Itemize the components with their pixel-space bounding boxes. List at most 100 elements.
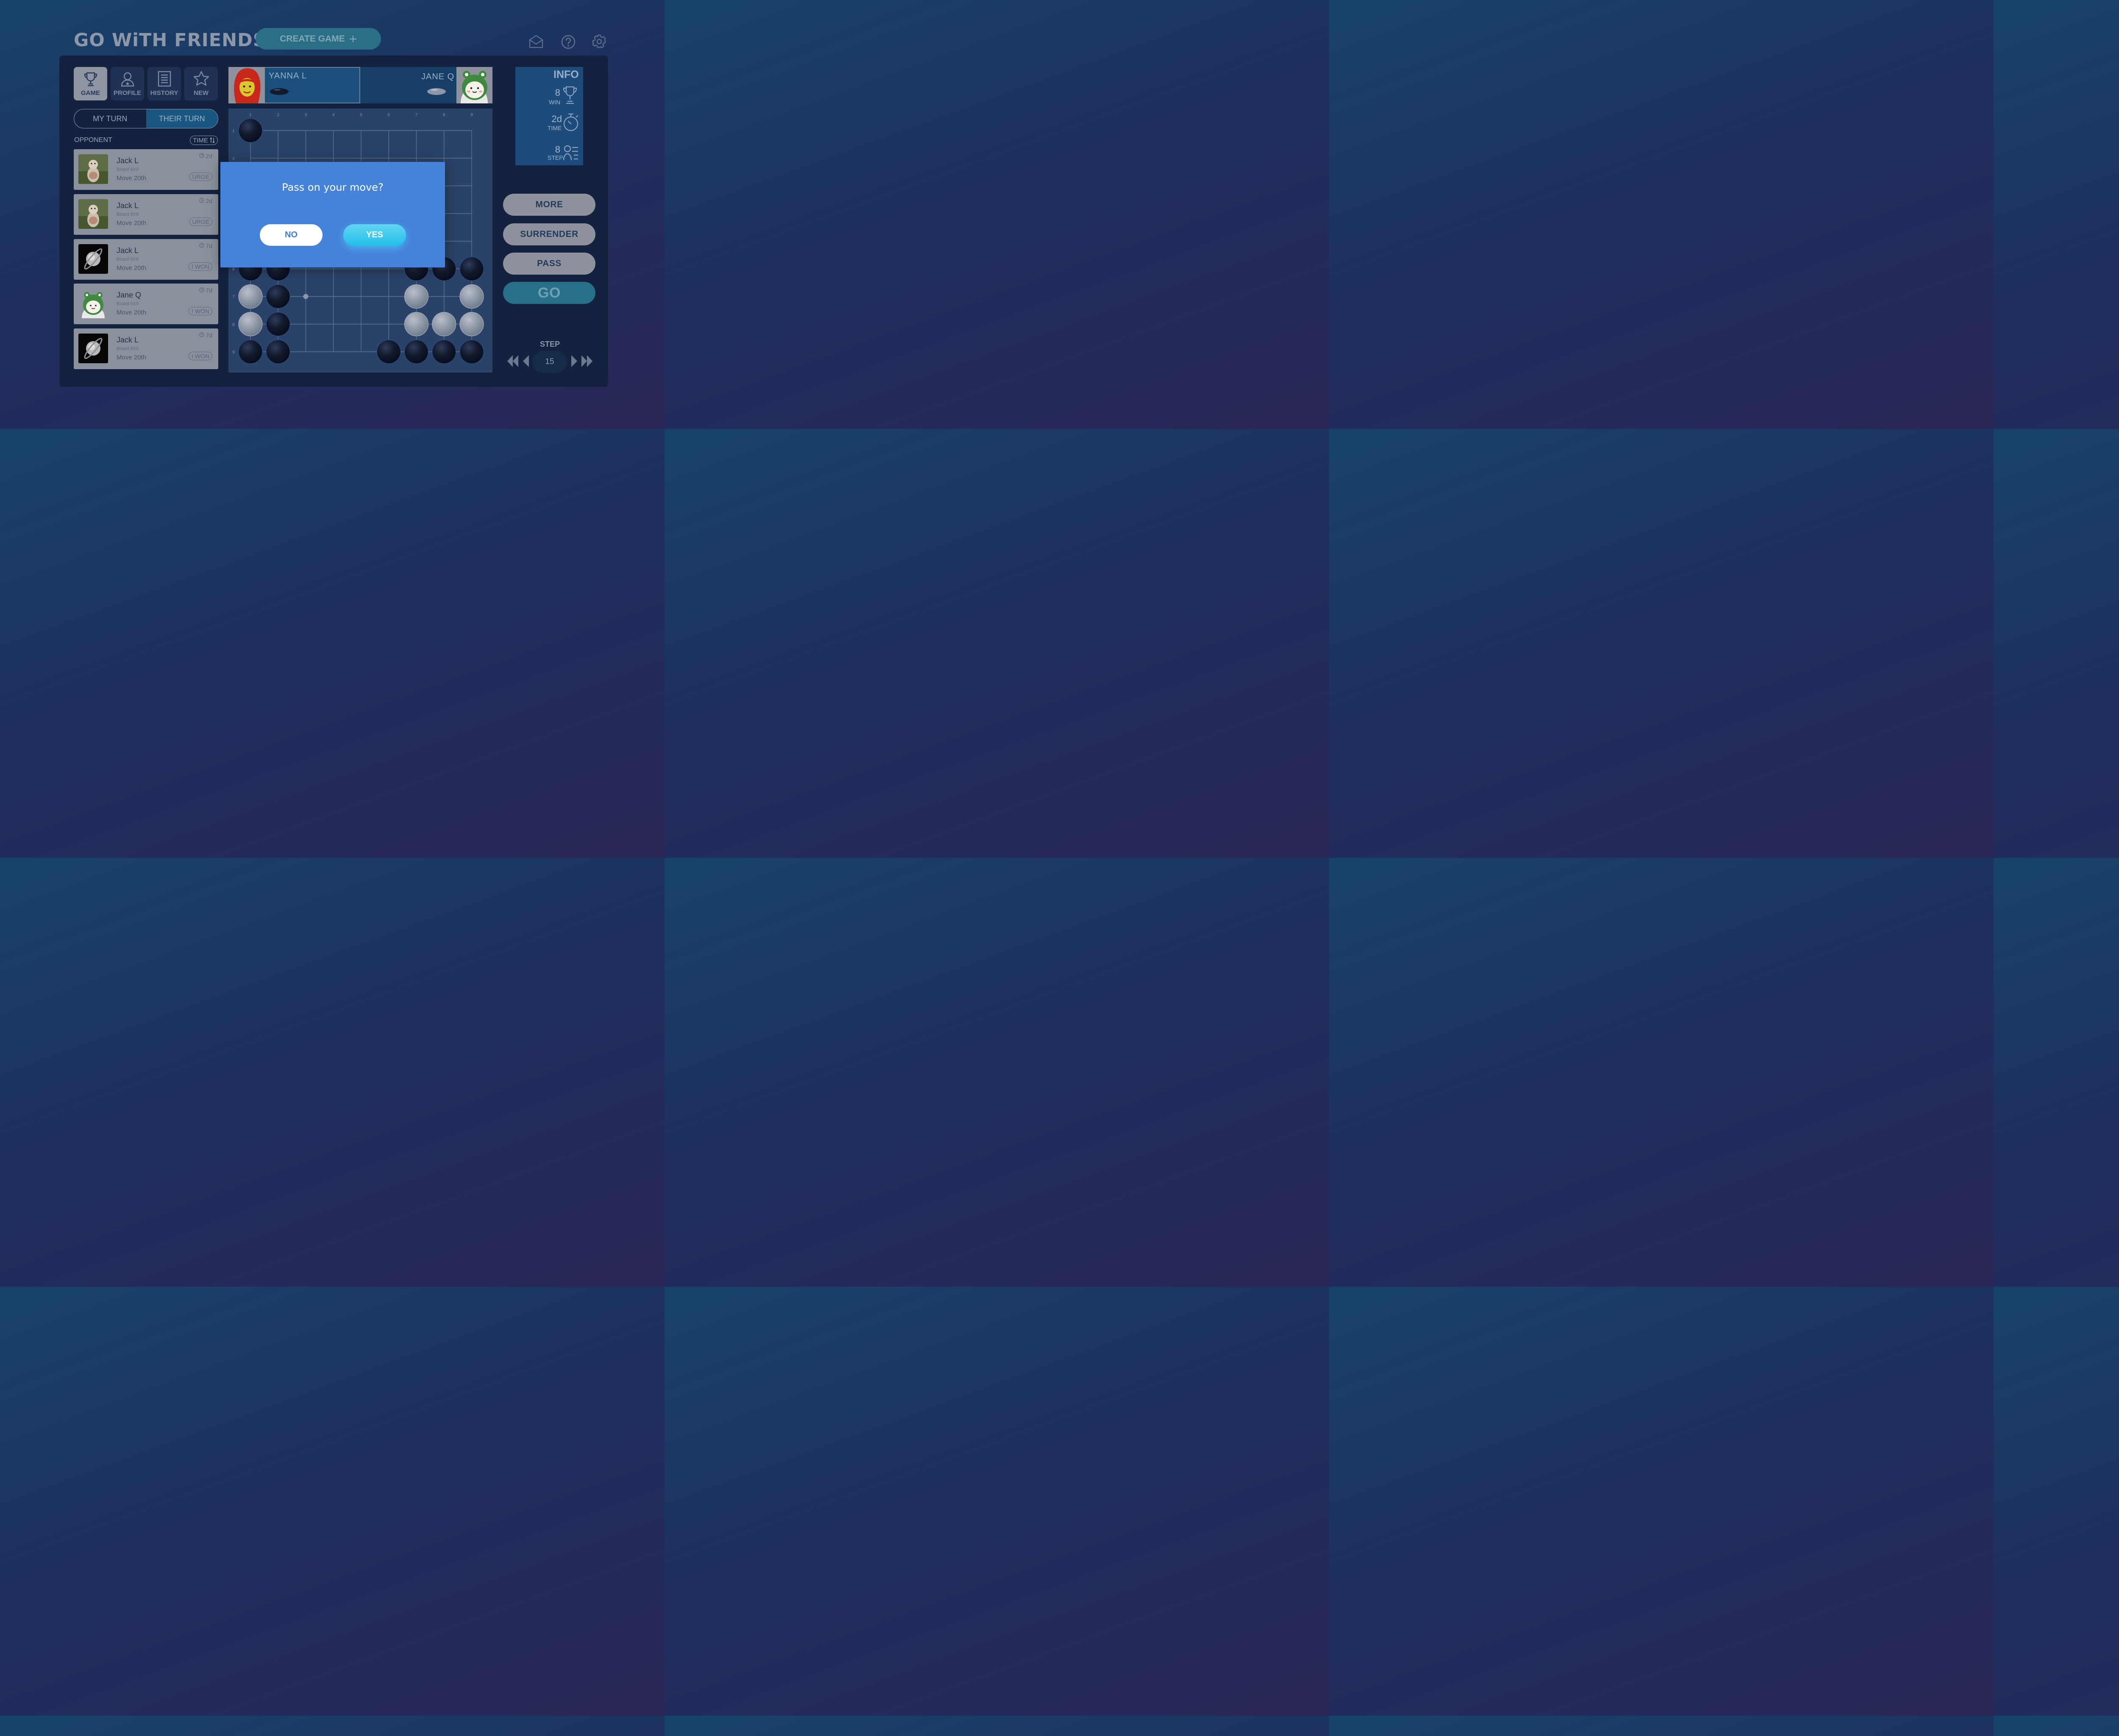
next-step-icon[interactable] bbox=[570, 354, 578, 368]
tab-game-label: GAME bbox=[81, 89, 100, 97]
white-stone bbox=[404, 312, 429, 337]
player-left-avatar bbox=[228, 67, 265, 103]
player-left-name: YANNA L bbox=[269, 71, 307, 81]
previous-step-icon[interactable] bbox=[522, 354, 530, 368]
move-number: Move 20th bbox=[117, 309, 147, 316]
plus-icon bbox=[349, 35, 356, 42]
step-count: 8 bbox=[555, 144, 560, 155]
black-stone bbox=[238, 118, 263, 143]
info-title: INFO bbox=[553, 69, 579, 81]
last-move-marker bbox=[303, 294, 309, 299]
my-turn-tab[interactable]: MY TURN bbox=[74, 109, 146, 128]
app-title: GO WiTH FRIENDS bbox=[74, 30, 267, 51]
sort-icon bbox=[210, 137, 215, 143]
status-badge: I WON bbox=[189, 307, 212, 315]
status-badge: I WON bbox=[189, 352, 212, 360]
time-elapsed-value: 7d bbox=[206, 287, 212, 294]
time-elapsed: 7d bbox=[199, 332, 212, 339]
column-label: 7 bbox=[415, 113, 418, 117]
dialog-question: Pass on your move? bbox=[282, 181, 384, 193]
time-elapsed-value: 7d bbox=[206, 242, 212, 249]
player-right-avatar bbox=[456, 67, 492, 103]
opponent-name: Jack L bbox=[117, 201, 139, 210]
status-badge[interactable]: URGE bbox=[189, 217, 212, 226]
game-card[interactable]: Jack L Board 9X9 Move 20th 7d I WON bbox=[74, 328, 218, 369]
no-button[interactable]: NO bbox=[260, 224, 323, 246]
black-stone bbox=[266, 339, 290, 364]
column-label: 9 bbox=[470, 113, 473, 117]
black-stone bbox=[376, 339, 401, 364]
first-step-icon[interactable] bbox=[507, 354, 519, 368]
game-card[interactable]: Jane Q Board 9X9 Move 20th 7d I WON bbox=[74, 284, 218, 324]
move-number: Move 20th bbox=[117, 175, 147, 182]
board-size: Board 9X9 bbox=[117, 301, 139, 306]
tab-history[interactable]: HISTORY bbox=[147, 67, 181, 100]
step-label-info: STEP bbox=[548, 154, 563, 161]
black-stone bbox=[238, 339, 263, 364]
time-label: TIME bbox=[548, 125, 562, 131]
surrender-button[interactable]: SURRENDER bbox=[503, 223, 595, 245]
win-label: WIN bbox=[549, 99, 561, 106]
yes-button[interactable]: YES bbox=[343, 224, 406, 246]
opponent-avatar bbox=[78, 199, 108, 229]
opponent-avatar bbox=[78, 289, 108, 318]
opponent-name: Jane Q bbox=[117, 291, 142, 299]
game-card[interactable]: Jack L Board 9X9 Move 20th 7d I WON bbox=[74, 239, 218, 280]
opponent-avatar bbox=[78, 334, 108, 363]
turn-toggle: MY TURN THEIR TURN bbox=[74, 109, 218, 128]
status-badge: I WON bbox=[189, 262, 212, 271]
column-label: 5 bbox=[360, 113, 362, 117]
clock-icon bbox=[199, 153, 205, 159]
win-count: 8 bbox=[555, 87, 560, 98]
pass-button[interactable]: PASS bbox=[503, 253, 595, 275]
time-elapsed: 7d bbox=[199, 287, 212, 294]
move-number: Move 20th bbox=[117, 354, 147, 361]
tab-profile[interactable]: PROFILE bbox=[111, 67, 144, 100]
go-button[interactable]: GO bbox=[503, 282, 595, 304]
game-card[interactable]: Jack L Board 9X9 Move 20th 2d URGE bbox=[74, 149, 218, 190]
mail-icon[interactable] bbox=[528, 34, 544, 49]
tab-new[interactable]: NEW bbox=[184, 67, 218, 100]
create-game-button[interactable]: CREATE GAME bbox=[256, 28, 381, 50]
status-badge[interactable]: URGE bbox=[189, 172, 212, 181]
clock-icon bbox=[199, 287, 205, 294]
time-elapsed: 2d bbox=[199, 198, 212, 204]
create-game-label: CREATE GAME bbox=[280, 33, 345, 44]
opponent-name: Jack L bbox=[117, 246, 139, 255]
move-number: Move 20th bbox=[117, 264, 147, 272]
their-turn-tab[interactable]: THEIR TURN bbox=[146, 109, 218, 128]
opponent-name: Jack L bbox=[117, 156, 139, 165]
pass-confirm-dialog bbox=[220, 162, 445, 267]
black-stone bbox=[404, 339, 429, 364]
steps-icon bbox=[563, 145, 578, 161]
black-stone-icon bbox=[270, 88, 289, 95]
tab-new-label: NEW bbox=[194, 89, 209, 97]
white-stone-icon bbox=[427, 88, 446, 95]
time-value: 2d bbox=[551, 114, 562, 124]
settings-icon[interactable] bbox=[592, 34, 607, 49]
column-label: 1 bbox=[249, 113, 252, 117]
step-label: STEP bbox=[540, 340, 560, 348]
step-counter: 15 bbox=[532, 351, 567, 373]
game-card[interactable]: Jack L Board 9X9 Move 20th 2d URGE bbox=[74, 194, 218, 235]
help-icon[interactable] bbox=[561, 34, 576, 50]
last-step-icon[interactable] bbox=[581, 354, 593, 368]
tab-game[interactable]: GAME bbox=[74, 67, 107, 100]
black-stone bbox=[459, 339, 484, 364]
column-label: 6 bbox=[387, 113, 390, 117]
row-label: 8 bbox=[232, 323, 235, 327]
time-elapsed-value: 7d bbox=[206, 332, 212, 339]
column-label: 2 bbox=[277, 113, 279, 117]
opponent-avatar bbox=[78, 244, 108, 274]
row-label: 2 bbox=[232, 156, 235, 161]
column-label: 4 bbox=[332, 113, 335, 117]
time-sort-button[interactable]: TIME bbox=[190, 136, 218, 145]
black-stone bbox=[432, 339, 456, 364]
more-button[interactable]: MORE bbox=[503, 194, 595, 216]
player-right-name: JANE Q bbox=[421, 72, 455, 81]
board-size: Board 9X9 bbox=[117, 257, 139, 262]
clock-icon bbox=[199, 198, 205, 204]
column-label: 3 bbox=[305, 113, 307, 117]
white-stone bbox=[459, 284, 484, 309]
white-stone bbox=[238, 312, 263, 337]
